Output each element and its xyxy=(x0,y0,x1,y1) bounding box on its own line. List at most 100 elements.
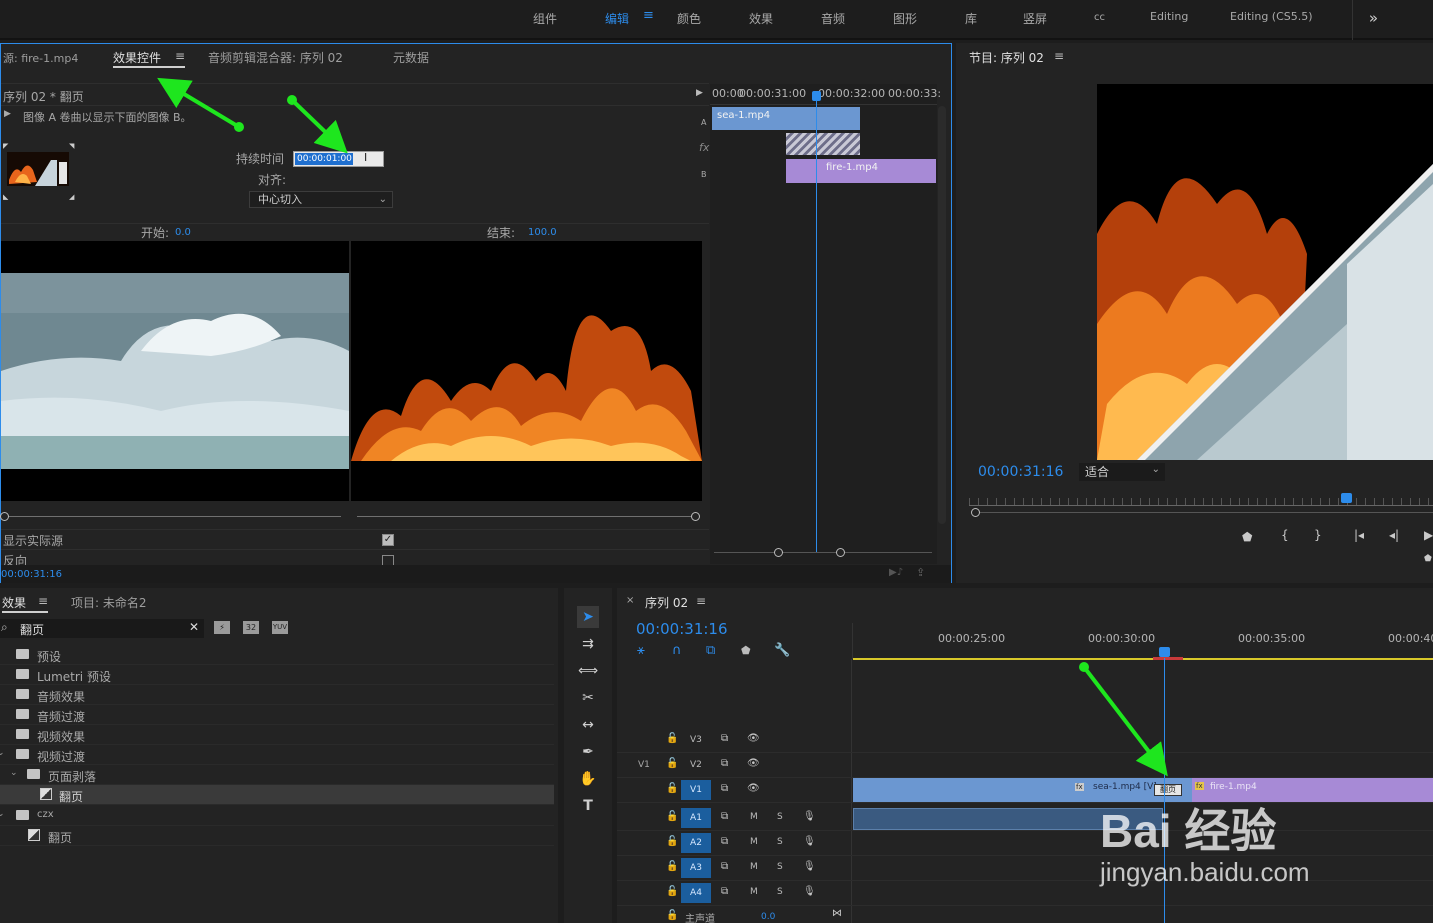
tree-item-czx[interactable]: ⌄ czx xyxy=(0,806,554,826)
mark-in-icon[interactable]: { xyxy=(1281,528,1289,542)
lock-icon[interactable]: 🔓 xyxy=(666,836,678,847)
end-slider-handle[interactable] xyxy=(691,512,700,521)
mute-button[interactable]: M xyxy=(750,862,758,872)
tree-item-video-effects[interactable]: › 视频效果 xyxy=(0,725,554,745)
yuv-effects-icon[interactable]: YUV xyxy=(272,621,288,634)
track-label-v1[interactable]: V1 xyxy=(681,780,711,800)
end-value[interactable]: 100.0 xyxy=(528,227,557,238)
export-icon[interactable]: ⇪ xyxy=(916,566,925,579)
ws-tab-libraries[interactable]: 库 xyxy=(965,10,977,27)
type-tool-icon[interactable]: T xyxy=(577,795,599,817)
add-marker-icon[interactable]: ⬟ xyxy=(741,644,751,657)
tree-item-video-transitions[interactable]: ⌄ 视频过渡 xyxy=(0,745,554,765)
eye-icon[interactable]: 👁 xyxy=(747,733,760,744)
more-workspaces-icon[interactable]: » xyxy=(1352,0,1394,40)
tree-item-presets[interactable]: › 预设 xyxy=(0,645,554,665)
ws-tab-editing[interactable]: 编辑 xyxy=(605,10,629,27)
clear-search-icon[interactable]: ✕ xyxy=(189,620,199,634)
program-zoom-handle[interactable] xyxy=(971,508,980,517)
mini-playhead-handle[interactable] xyxy=(812,91,821,101)
search-input[interactable]: 翻页 xyxy=(20,621,44,638)
tree-item-page-turn[interactable]: 翻页 xyxy=(0,785,554,805)
ripple-edit-tool-icon[interactable]: ⟺ xyxy=(577,660,599,682)
lock-icon[interactable]: 🔓 xyxy=(666,733,678,744)
wrench-icon[interactable]: 🔧 xyxy=(774,643,790,658)
mini-transition[interactable] xyxy=(786,133,860,155)
selection-tool-icon[interactable]: ➤ xyxy=(577,606,599,628)
timeline-ruler[interactable]: 00:00:25:00 00:00:30:00 00:00:35:00 00:0… xyxy=(852,623,1433,660)
lock-icon[interactable]: 🔓 xyxy=(666,783,678,794)
microphone-icon[interactable]: 🎙 xyxy=(803,861,816,872)
source-patch-v1[interactable]: V1 xyxy=(638,760,650,770)
track-label-v3[interactable]: V3 xyxy=(690,735,702,745)
mute-button[interactable]: M xyxy=(750,837,758,847)
solo-button[interactable]: S xyxy=(777,837,783,847)
tab-effect-controls[interactable]: 效果控件 xyxy=(113,49,161,66)
tab-project[interactable]: 项目: 未命名2 xyxy=(71,594,147,611)
ws-tab-effects[interactable]: 效果 xyxy=(749,10,773,27)
play-preview-icon[interactable]: ▶ xyxy=(4,109,11,119)
ws-menu-icon[interactable]: ≡ xyxy=(643,8,654,23)
sync-lock-icon[interactable]: ⧉ xyxy=(721,811,728,822)
mini-scrollbar[interactable] xyxy=(714,552,932,553)
mini-playhead[interactable] xyxy=(816,92,817,552)
transition-thumbnail[interactable] xyxy=(7,152,69,186)
program-zoom-bar[interactable] xyxy=(978,512,1433,513)
track-label-v2[interactable]: V2 xyxy=(690,760,702,770)
ws-tab-assembly[interactable]: 组件 xyxy=(533,10,557,27)
track-select-tool-icon[interactable]: ⇉ xyxy=(577,633,599,655)
sync-lock-icon[interactable]: ⧉ xyxy=(721,783,728,794)
corner-marker[interactable]: ◣ xyxy=(3,193,8,201)
ec-timecode[interactable]: 00:00:31:16 xyxy=(1,569,62,580)
close-icon[interactable]: × xyxy=(626,595,634,606)
track-label-a2[interactable]: A2 xyxy=(681,833,711,853)
sync-lock-icon[interactable]: ⧉ xyxy=(721,836,728,847)
mute-button[interactable]: M xyxy=(750,812,758,822)
play-audio-icon[interactable]: ▶♪ xyxy=(889,567,903,578)
mini-scroll-handle[interactable] xyxy=(774,548,783,557)
step-back-icon[interactable]: ◂| xyxy=(1389,528,1399,542)
ws-tab-graphics[interactable]: 图形 xyxy=(893,10,917,27)
corner-marker[interactable]: ◤ xyxy=(3,142,8,150)
eye-icon[interactable]: 👁 xyxy=(747,758,760,769)
mini-scroll-handle[interactable] xyxy=(836,548,845,557)
ec-scrollbar[interactable] xyxy=(938,106,946,524)
master-volume[interactable]: 0.0 xyxy=(761,912,775,922)
sync-lock-icon[interactable]: ⧉ xyxy=(721,886,728,897)
tree-item-lumetri[interactable]: › Lumetri 预设 xyxy=(0,665,554,685)
sync-lock-icon[interactable]: ⧉ xyxy=(721,758,728,769)
lock-icon[interactable]: 🔓 xyxy=(666,758,678,769)
tree-item-audio-effects[interactable]: › 音频效果 xyxy=(0,685,554,705)
lock-icon[interactable]: 🔓 xyxy=(666,811,678,822)
tree-item-czx-page-turn[interactable]: 翻页 xyxy=(0,826,554,846)
microphone-icon[interactable]: 🎙 xyxy=(803,811,816,822)
ws-tab-color[interactable]: 颜色 xyxy=(677,10,701,27)
program-time-ruler[interactable] xyxy=(969,498,1433,506)
tab-source[interactable]: 源: fire-1.mp4 xyxy=(3,50,78,66)
linked-selection-icon[interactable]: ⧉ xyxy=(706,643,715,658)
snap-icon[interactable]: ∩ xyxy=(672,643,682,658)
go-to-edit-icon[interactable]: ⋈ xyxy=(832,908,842,919)
go-to-in-icon[interactable]: |◂ xyxy=(1354,528,1364,542)
show-actual-sources-checkbox[interactable]: ✓ xyxy=(382,534,394,546)
accelerated-effects-icon[interactable]: ⚡ xyxy=(214,621,230,634)
lock-icon[interactable]: 🔓 xyxy=(666,861,678,872)
fit-dropdown[interactable]: 适合 ⌄ xyxy=(1079,463,1165,481)
mini-clip-b[interactable]: fire-1.mp4 xyxy=(786,159,936,183)
tree-item-page-peel[interactable]: ⌄ 页面剥落 xyxy=(0,765,554,785)
ws-tab-editing-en[interactable]: Editing xyxy=(1150,10,1188,23)
panel-menu-icon[interactable]: ≡ xyxy=(696,594,706,608)
add-marker-small-icon[interactable]: ⬟ xyxy=(1424,554,1432,564)
tab-effects[interactable]: 效果 xyxy=(2,594,26,611)
effects-search-box[interactable]: ⌕ 翻页 ✕ xyxy=(0,619,204,638)
ws-tab-audio[interactable]: 音频 xyxy=(821,10,845,27)
tab-audio-clip-mixer[interactable]: 音频剪辑混合器: 序列 02 xyxy=(208,49,343,66)
solo-button[interactable]: S xyxy=(777,862,783,872)
align-dropdown[interactable]: 中心切入 ⌄ xyxy=(249,191,393,208)
ws-tab-cc[interactable]: cc xyxy=(1094,12,1105,23)
microphone-icon[interactable]: 🎙 xyxy=(803,836,816,847)
play-icon[interactable]: ▶ xyxy=(1424,528,1433,542)
panel-menu-icon[interactable]: ≡ xyxy=(1054,49,1064,63)
program-timecode[interactable]: 00:00:31:16 xyxy=(978,464,1063,480)
sync-lock-icon[interactable]: ⧉ xyxy=(721,733,728,744)
